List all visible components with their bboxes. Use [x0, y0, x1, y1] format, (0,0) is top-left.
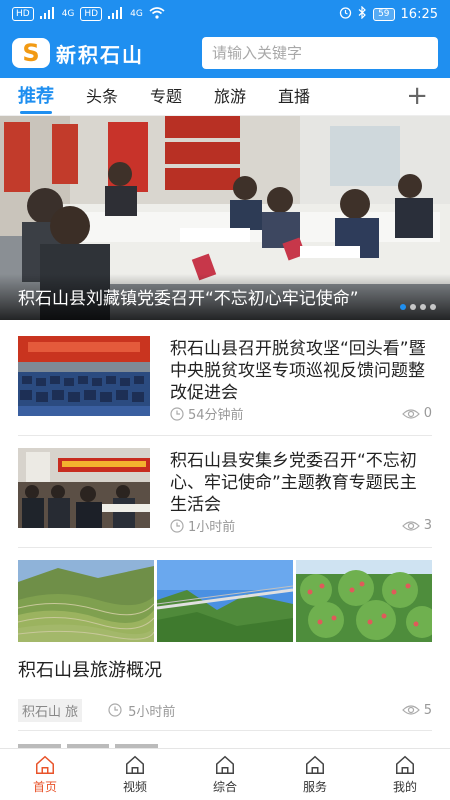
general-icon — [216, 755, 234, 774]
clock: 16:25 — [400, 6, 438, 22]
banner-caption[interactable]: 积石山县刘藏镇党委召开“不忘初心牢记使命” — [0, 274, 450, 320]
profile-icon — [396, 755, 414, 774]
news-time-text: 54分钟前 — [188, 408, 244, 423]
tour-time-text: 5小时前 — [128, 704, 176, 720]
status-right: 59 16:25 — [339, 5, 438, 22]
nav-home[interactable]: 首页 — [0, 749, 90, 800]
battery-level: 59 — [373, 7, 395, 21]
nav-general[interactable]: 综合 — [180, 749, 270, 800]
add-tab-icon[interactable]: + — [406, 78, 428, 114]
news-item[interactable]: 积石山县召开脱贫攻坚“回头看”暨中央脱贫攻坚专项巡视反馈问题整改促进会 54分钟… — [18, 336, 432, 436]
news-title[interactable]: 积石山县安集乡党委召开“不忘初心、牢记使命”主题教育专题民主生活会 — [170, 450, 432, 516]
tour-meta: 积石山 旅 5小时前 5 — [18, 698, 432, 722]
carousel-dot — [420, 304, 426, 310]
tour-time: 5小时前 — [108, 701, 175, 720]
nav-general-label: 综合 — [212, 780, 237, 794]
signal-icon-2 — [108, 6, 124, 22]
banner-carousel[interactable]: 积石山县刘藏镇党委召开“不忘初心牢记使命” — [0, 116, 450, 320]
news-meta: 1小时前 3 — [170, 516, 432, 535]
logo-text: 新积石山 — [56, 42, 144, 67]
clock-icon — [170, 518, 184, 533]
logo-mark-letter: S — [22, 39, 40, 67]
tab-headlines[interactable]: 头条 — [86, 78, 118, 116]
news-time: 1小时前 — [170, 516, 235, 535]
tour-image-strip — [18, 560, 432, 642]
nav-mine[interactable]: 我的 — [360, 749, 450, 800]
news-time: 54分钟前 — [170, 404, 244, 423]
tour-image-orchard — [296, 560, 432, 642]
search-box[interactable] — [202, 37, 438, 69]
clock-icon — [170, 406, 184, 421]
nav-service-label: 服务 — [302, 780, 327, 794]
logo-icon: S — [12, 38, 50, 68]
nav-video-label: 视频 — [122, 780, 147, 794]
tab-travel[interactable]: 旅游 — [214, 78, 246, 116]
status-left: HD 4G HD 4G — [12, 6, 165, 22]
tour-image-glass-bridge — [157, 560, 293, 642]
nav-video[interactable]: 视频 — [90, 749, 180, 800]
alarm-icon — [339, 6, 352, 22]
video-icon — [126, 755, 144, 774]
signal-icon-1 — [39, 6, 56, 22]
carousel-dot — [400, 304, 406, 310]
clock-icon — [108, 703, 122, 717]
home-icon — [36, 755, 54, 774]
tour-views-count: 5 — [423, 702, 432, 718]
carousel-dot — [410, 304, 416, 310]
news-thumbnail — [18, 336, 150, 416]
news-views-count: 3 — [423, 518, 432, 533]
tour-image-terraces — [18, 560, 154, 642]
search-input[interactable] — [212, 44, 428, 62]
news-time-text: 1小时前 — [188, 520, 236, 535]
network-type-1: 4G — [61, 9, 75, 19]
wifi-icon — [149, 6, 165, 22]
network-type-2: 4G — [130, 9, 143, 19]
tour-views: 5 — [401, 702, 432, 718]
news-views: 0 — [401, 406, 432, 421]
news-title[interactable]: 积石山县召开脱贫攻坚“回头看”暨中央脱贫攻坚专项巡视反馈问题整改促进会 — [170, 338, 432, 404]
tour-title[interactable]: 积石山县旅游概况 — [18, 656, 432, 682]
app-header: S 新积石山 — [0, 28, 450, 78]
tab-live[interactable]: 直播 — [278, 78, 310, 116]
news-views-count: 0 — [423, 406, 432, 421]
bluetooth-icon — [358, 5, 367, 22]
eye-icon — [401, 408, 420, 419]
nav-mine-label: 我的 — [392, 780, 417, 794]
source-tag: 积石山 旅 — [18, 698, 83, 722]
carousel-dot — [430, 304, 436, 310]
hd-badge-2: HD — [80, 7, 103, 21]
eye-icon — [401, 705, 420, 715]
service-icon — [306, 755, 324, 774]
tab-recommend[interactable]: 推荐 — [18, 78, 54, 116]
category-tabs: 推荐 头条 专题 旅游 直播 + — [0, 78, 450, 116]
carousel-indicator — [400, 304, 436, 310]
app-root: HD 4G HD 4G 59 16:25 S 新积石山 请输入关键字 推荐 头条… — [0, 0, 450, 800]
news-views: 3 — [401, 518, 432, 533]
news-thumbnail — [18, 448, 150, 528]
bottom-nav: 首页 视频 综合 服务 我的 — [0, 748, 450, 800]
news-meta: 54分钟前 0 — [170, 404, 432, 423]
eye-icon — [401, 520, 420, 531]
status-bar: HD 4G HD 4G 59 16:25 — [0, 0, 450, 28]
news-item[interactable]: 积石山县安集乡党委召开“不忘初心、牢记使命”主题教育专题民主生活会 1小时前 3 — [18, 448, 432, 548]
tab-topics[interactable]: 专题 — [150, 78, 182, 116]
hd-badge-1: HD — [12, 7, 34, 21]
divider — [18, 730, 432, 731]
tour-news-item[interactable]: 积石山县旅游概况 积石山 旅 5小时前 5 — [18, 560, 432, 722]
app-logo: S 新积石山 — [12, 38, 192, 68]
nav-service[interactable]: 服务 — [270, 749, 360, 800]
nav-home-label: 首页 — [32, 780, 57, 794]
